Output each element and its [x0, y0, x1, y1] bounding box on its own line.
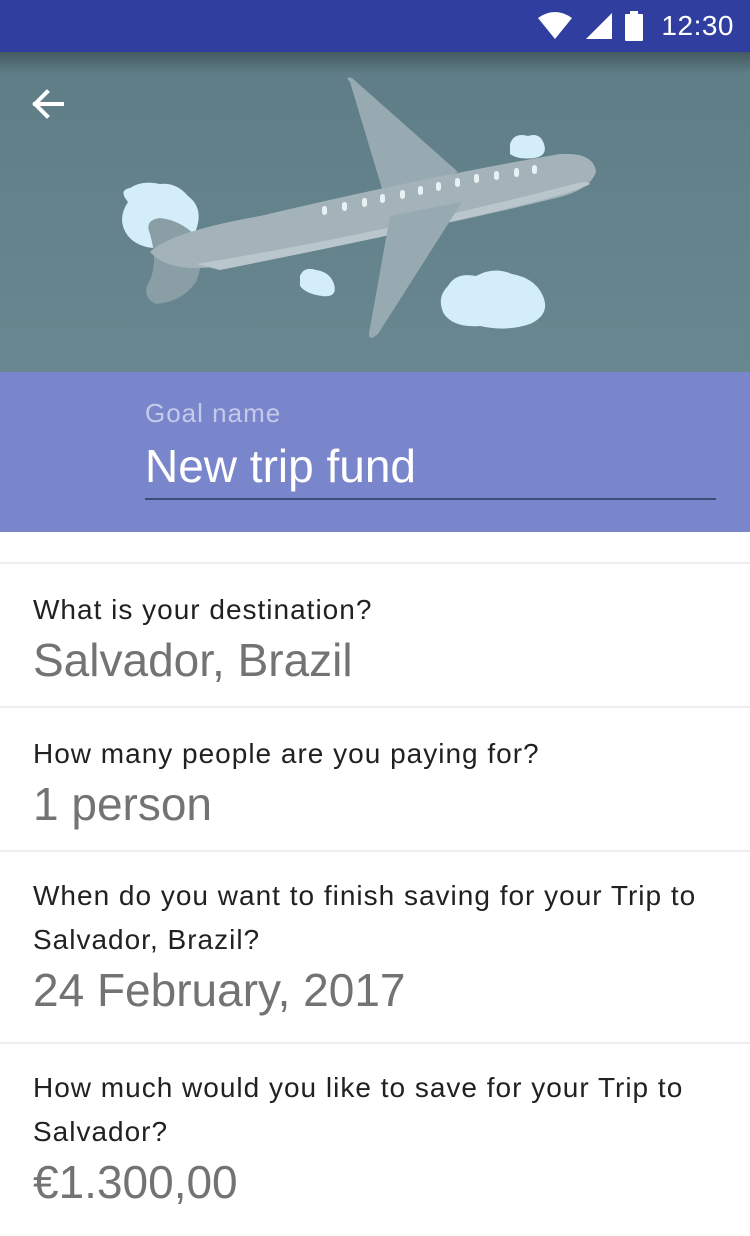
back-button[interactable] [22, 78, 74, 130]
header-illustration-area [0, 52, 750, 372]
finish-date-field[interactable]: When do you want to finish saving for yo… [0, 852, 750, 1044]
people-count-value: 1 person [33, 778, 213, 830]
people-count-question: How many people are you paying for? [33, 738, 540, 769]
goal-name-label: Goal name [145, 398, 282, 428]
goal-name-panel: Goal name New trip fund [0, 372, 750, 532]
battery-icon [625, 11, 644, 41]
status-bar-shadow [0, 52, 750, 74]
savings-amount-field[interactable]: How much would you like to save for your… [0, 1044, 750, 1234]
cloud-shape [510, 135, 545, 159]
destination-question: What is your destination? [33, 594, 373, 625]
people-count-field[interactable]: How many people are you paying for? 1 pe… [0, 708, 750, 852]
savings-amount-question: How much would you like to save for your… [33, 1072, 684, 1147]
cloud-shape [440, 270, 546, 329]
cloud-shape [300, 268, 335, 297]
status-bar: 12:30 [0, 0, 750, 52]
destination-field[interactable]: What is your destination? Salvador, Braz… [0, 564, 750, 708]
savings-amount-value: €1.300,00 [33, 1156, 238, 1208]
finish-date-value: 24 February, 2017 [33, 964, 406, 1016]
finish-date-question: When do you want to finish saving for yo… [33, 880, 697, 955]
wifi-icon [538, 12, 573, 39]
form-divider [0, 532, 750, 564]
destination-value: Salvador, Brazil [33, 634, 353, 686]
airplane-illustration [122, 77, 596, 338]
goal-name-input[interactable]: New trip fund [145, 436, 716, 500]
status-icons: 12:30 [537, 10, 734, 42]
goal-details-form: What is your destination? Salvador, Braz… [0, 532, 750, 1234]
cell-signal-icon [586, 13, 613, 39]
status-time: 12:30 [661, 10, 734, 41]
arrow-back-icon [32, 89, 64, 119]
